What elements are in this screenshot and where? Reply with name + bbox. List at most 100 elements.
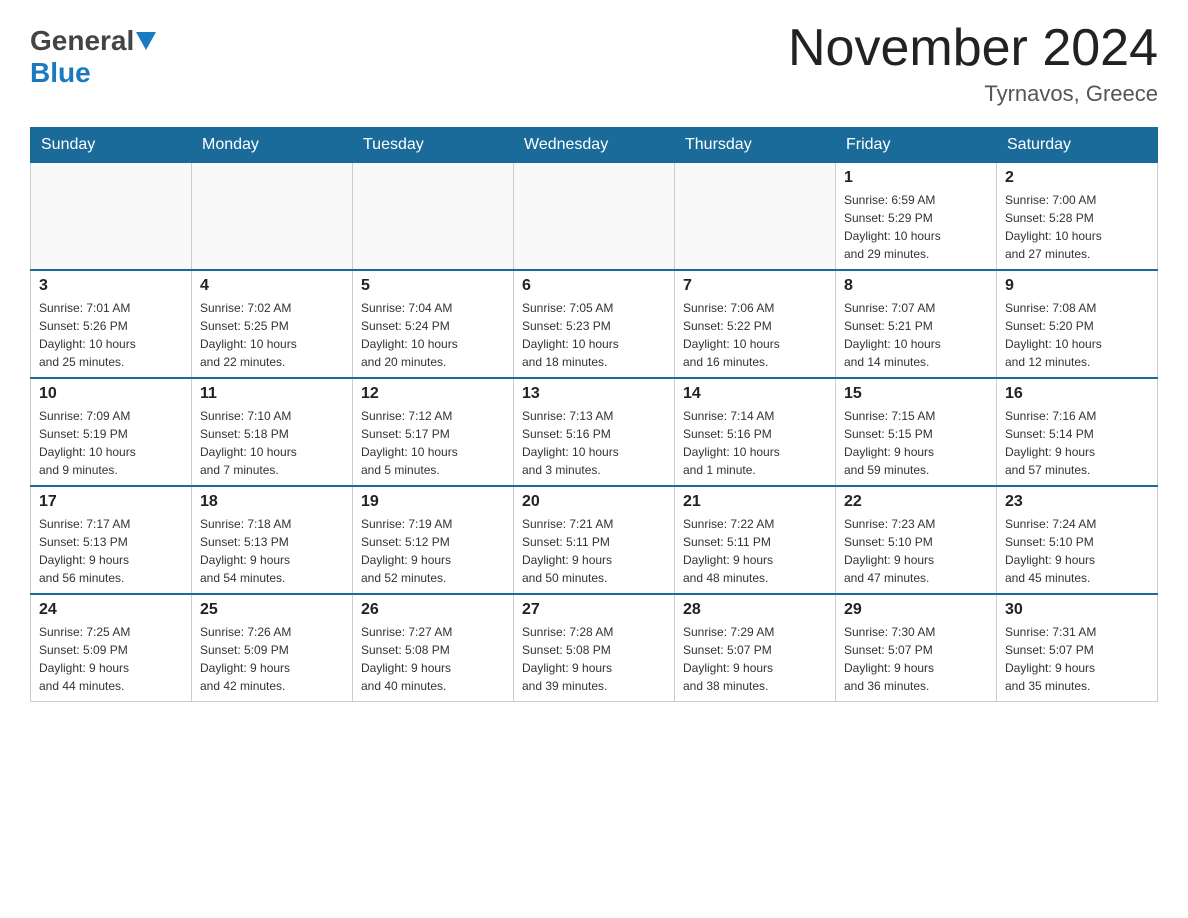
day-info: Sunrise: 7:18 AM Sunset: 5:13 PM Dayligh… — [200, 515, 344, 587]
logo: General Blue — [30, 25, 156, 89]
calendar-cell: 25 Sunrise: 7:26 AM Sunset: 5:09 PM Dayli… — [192, 594, 353, 702]
day-info: Sunrise: 7:26 AM Sunset: 5:09 PM Dayligh… — [200, 623, 344, 695]
calendar-cell — [192, 163, 353, 271]
day-number: 20 — [522, 493, 666, 511]
day-info: Sunrise: 7:00 AM Sunset: 5:28 PM Dayligh… — [1005, 191, 1149, 263]
day-info: Sunrise: 7:12 AM Sunset: 5:17 PM Dayligh… — [361, 407, 505, 479]
logo-general-text: General — [30, 25, 134, 57]
day-info: Sunrise: 7:15 AM Sunset: 5:15 PM Dayligh… — [844, 407, 988, 479]
day-number: 14 — [683, 385, 827, 403]
day-info: Sunrise: 7:13 AM Sunset: 5:16 PM Dayligh… — [522, 407, 666, 479]
day-info: Sunrise: 7:29 AM Sunset: 5:07 PM Dayligh… — [683, 623, 827, 695]
calendar-cell: 12Sunrise: 7:12 AM Sunset: 5:17 PM Dayli… — [353, 378, 514, 486]
day-info: Sunrise: 7:06 AM Sunset: 5:22 PM Dayligh… — [683, 299, 827, 371]
day-info: Sunrise: 7:21 AM Sunset: 5:11 PM Dayligh… — [522, 515, 666, 587]
main-title: November 2024 — [788, 20, 1158, 77]
calendar-cell: 24 Sunrise: 7:25 AM Sunset: 5:09 PM Dayli… — [31, 594, 192, 702]
calendar-cell: 23 Sunrise: 7:24 AM Sunset: 5:10 PM Dayli… — [997, 486, 1158, 594]
day-info: Sunrise: 7:16 AM Sunset: 5:14 PM Dayligh… — [1005, 407, 1149, 479]
day-info: Sunrise: 7:10 AM Sunset: 5:18 PM Dayligh… — [200, 407, 344, 479]
day-info: Sunrise: 7:27 AM Sunset: 5:08 PM Dayligh… — [361, 623, 505, 695]
title-section: November 2024 Tyrnavos, Greece — [788, 20, 1158, 107]
day-number: 27 — [522, 601, 666, 619]
day-info: Sunrise: 7:31 AM Sunset: 5:07 PM Dayligh… — [1005, 623, 1149, 695]
day-number: 6 — [522, 277, 666, 295]
day-info: Sunrise: 7:30 AM Sunset: 5:07 PM Dayligh… — [844, 623, 988, 695]
day-info: Sunrise: 7:08 AM Sunset: 5:20 PM Dayligh… — [1005, 299, 1149, 371]
day-number: 16 — [1005, 385, 1149, 403]
day-number: 25 — [200, 601, 344, 619]
weekday-header-monday: Monday — [192, 128, 353, 163]
calendar-cell: 2 Sunrise: 7:00 AM Sunset: 5:28 PM Daylig… — [997, 163, 1158, 271]
day-number: 24 — [39, 601, 183, 619]
logo-blue-text: Blue — [30, 57, 91, 89]
day-number: 1 — [844, 169, 988, 187]
day-info: Sunrise: 7:09 AM Sunset: 5:19 PM Dayligh… — [39, 407, 183, 479]
calendar-cell: 6 Sunrise: 7:05 AM Sunset: 5:23 PM Daylig… — [514, 270, 675, 378]
day-number: 22 — [844, 493, 988, 511]
calendar-cell: 27 Sunrise: 7:28 AM Sunset: 5:08 PM Dayli… — [514, 594, 675, 702]
day-number: 23 — [1005, 493, 1149, 511]
day-info: Sunrise: 7:17 AM Sunset: 5:13 PM Dayligh… — [39, 515, 183, 587]
calendar-cell: 4 Sunrise: 7:02 AM Sunset: 5:25 PM Daylig… — [192, 270, 353, 378]
week-row-5: 24 Sunrise: 7:25 AM Sunset: 5:09 PM Dayli… — [31, 594, 1158, 702]
day-info: Sunrise: 7:19 AM Sunset: 5:12 PM Dayligh… — [361, 515, 505, 587]
day-info: Sunrise: 7:04 AM Sunset: 5:24 PM Dayligh… — [361, 299, 505, 371]
day-number: 28 — [683, 601, 827, 619]
day-number: 8 — [844, 277, 988, 295]
week-row-4: 17 Sunrise: 7:17 AM Sunset: 5:13 PM Dayli… — [31, 486, 1158, 594]
calendar-cell: 16 Sunrise: 7:16 AM Sunset: 5:14 PM Dayli… — [997, 378, 1158, 486]
calendar-cell: 10 Sunrise: 7:09 AM Sunset: 5:19 PM Dayli… — [31, 378, 192, 486]
day-info: Sunrise: 7:24 AM Sunset: 5:10 PM Dayligh… — [1005, 515, 1149, 587]
day-info: Sunrise: 7:05 AM Sunset: 5:23 PM Dayligh… — [522, 299, 666, 371]
day-number: 7 — [683, 277, 827, 295]
day-number: 29 — [844, 601, 988, 619]
day-info: Sunrise: 7:23 AM Sunset: 5:10 PM Dayligh… — [844, 515, 988, 587]
day-number: 4 — [200, 277, 344, 295]
day-number: 2 — [1005, 169, 1149, 187]
day-info: Sunrise: 7:28 AM Sunset: 5:08 PM Dayligh… — [522, 623, 666, 695]
calendar-cell: 9Sunrise: 7:08 AM Sunset: 5:20 PM Daylig… — [997, 270, 1158, 378]
weekday-header-sunday: Sunday — [31, 128, 192, 163]
day-info: Sunrise: 7:07 AM Sunset: 5:21 PM Dayligh… — [844, 299, 988, 371]
day-number: 3 — [39, 277, 183, 295]
week-row-3: 10 Sunrise: 7:09 AM Sunset: 5:19 PM Dayli… — [31, 378, 1158, 486]
day-info: Sunrise: 7:22 AM Sunset: 5:11 PM Dayligh… — [683, 515, 827, 587]
calendar-cell: 1 Sunrise: 6:59 AM Sunset: 5:29 PM Daylig… — [836, 163, 997, 271]
calendar-cell — [514, 163, 675, 271]
calendar-cell: 17 Sunrise: 7:17 AM Sunset: 5:13 PM Dayli… — [31, 486, 192, 594]
calendar-cell: 8 Sunrise: 7:07 AM Sunset: 5:21 PM Daylig… — [836, 270, 997, 378]
calendar-cell: 22 Sunrise: 7:23 AM Sunset: 5:10 PM Dayli… — [836, 486, 997, 594]
week-row-1: 1 Sunrise: 6:59 AM Sunset: 5:29 PM Daylig… — [31, 163, 1158, 271]
day-number: 30 — [1005, 601, 1149, 619]
calendar-cell: 7 Sunrise: 7:06 AM Sunset: 5:22 PM Daylig… — [675, 270, 836, 378]
subtitle: Tyrnavos, Greece — [788, 81, 1158, 107]
day-number: 17 — [39, 493, 183, 511]
day-info: Sunrise: 7:14 AM Sunset: 5:16 PM Dayligh… — [683, 407, 827, 479]
week-row-2: 3 Sunrise: 7:01 AM Sunset: 5:26 PM Daylig… — [31, 270, 1158, 378]
logo-triangle-icon — [136, 32, 156, 52]
day-number: 15 — [844, 385, 988, 403]
calendar-cell: 26 Sunrise: 7:27 AM Sunset: 5:08 PM Dayli… — [353, 594, 514, 702]
day-number: 13 — [522, 385, 666, 403]
day-info: Sunrise: 7:02 AM Sunset: 5:25 PM Dayligh… — [200, 299, 344, 371]
day-number: 26 — [361, 601, 505, 619]
calendar-cell: 30 Sunrise: 7:31 AM Sunset: 5:07 PM Dayli… — [997, 594, 1158, 702]
weekday-header-saturday: Saturday — [997, 128, 1158, 163]
calendar-cell: 14 Sunrise: 7:14 AM Sunset: 5:16 PM Dayli… — [675, 378, 836, 486]
calendar-cell — [31, 163, 192, 271]
calendar-cell: 15 Sunrise: 7:15 AM Sunset: 5:15 PM Dayli… — [836, 378, 997, 486]
calendar-cell: 28 Sunrise: 7:29 AM Sunset: 5:07 PM Dayli… — [675, 594, 836, 702]
day-number: 10 — [39, 385, 183, 403]
day-number: 11 — [200, 385, 344, 403]
day-number: 5 — [361, 277, 505, 295]
day-info: Sunrise: 7:25 AM Sunset: 5:09 PM Dayligh… — [39, 623, 183, 695]
day-info: Sunrise: 7:01 AM Sunset: 5:26 PM Dayligh… — [39, 299, 183, 371]
calendar-cell: 21Sunrise: 7:22 AM Sunset: 5:11 PM Dayli… — [675, 486, 836, 594]
calendar-cell: 5 Sunrise: 7:04 AM Sunset: 5:24 PM Daylig… — [353, 270, 514, 378]
calendar-cell — [353, 163, 514, 271]
calendar-cell — [675, 163, 836, 271]
day-info: Sunrise: 6:59 AM Sunset: 5:29 PM Dayligh… — [844, 191, 988, 263]
weekday-header-tuesday: Tuesday — [353, 128, 514, 163]
calendar-cell: 29 Sunrise: 7:30 AM Sunset: 5:07 PM Dayli… — [836, 594, 997, 702]
